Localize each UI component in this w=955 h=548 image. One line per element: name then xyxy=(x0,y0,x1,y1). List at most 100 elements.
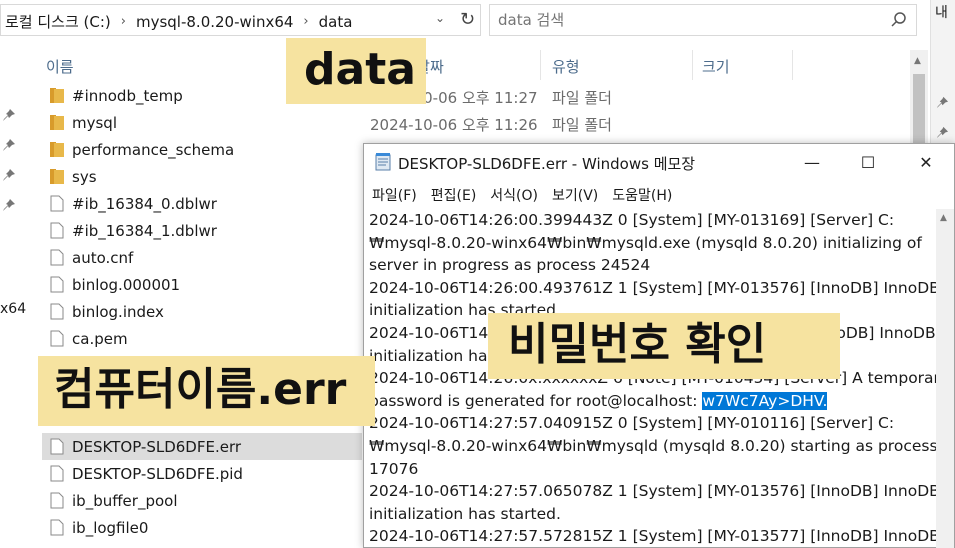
file-name: binlog.000001 xyxy=(72,276,181,294)
file-name: ca.pem xyxy=(72,330,128,348)
chevron-right-icon[interactable]: › xyxy=(297,14,314,29)
vertical-scrollbar[interactable]: ▲ xyxy=(936,209,954,548)
file-icon xyxy=(50,195,64,212)
file-type: 파일 폴더 xyxy=(552,89,612,107)
log-line: ₩mysql-8.0.20-winx64₩bin₩mysqld.exe (mys… xyxy=(369,233,922,252)
column-divider[interactable] xyxy=(692,50,693,80)
file-icon xyxy=(50,303,64,320)
annotation-password: 비밀번호 확인 xyxy=(488,313,840,379)
file-name: performance_schema xyxy=(72,141,235,159)
breadcrumb-data[interactable]: data xyxy=(315,13,357,31)
menu-edit[interactable]: 편집(E) xyxy=(425,185,483,205)
log-line: server in progress as process 24524 xyxy=(369,256,651,275)
folder-icon xyxy=(50,115,64,130)
search-icon[interactable] xyxy=(890,11,908,29)
pin-icon[interactable] xyxy=(936,96,949,109)
pin-icon[interactable] xyxy=(2,168,16,182)
navigation-pane: x64 xyxy=(0,46,26,548)
file-row[interactable]: sys xyxy=(42,163,362,190)
pin-icon[interactable] xyxy=(2,108,16,122)
file-row[interactable]: binlog.index xyxy=(42,298,362,325)
notepad-icon xyxy=(375,153,391,171)
file-icon xyxy=(50,222,64,239)
file-row-selected[interactable]: DESKTOP-SLD6DFE.err xyxy=(42,433,362,460)
selected-password[interactable]: w7Wc7Ay>DHV. xyxy=(702,391,828,410)
file-row[interactable]: ca.pem xyxy=(42,325,362,352)
log-text: password is generated for root@localhost… xyxy=(369,391,703,410)
breadcrumb-drive[interactable]: 로컬 디스크 (C:) xyxy=(1,11,115,32)
refresh-icon[interactable]: ↻ xyxy=(455,4,481,36)
file-icon xyxy=(50,465,64,482)
file-row[interactable]: ib_buffer_pool xyxy=(42,487,362,514)
close-button[interactable]: ✕ xyxy=(898,144,954,181)
log-line-password: password is generated for root@localhost… xyxy=(369,390,931,413)
log-line: 2024-10-06T14:27:57.572815Z 1 [System] [… xyxy=(369,527,936,546)
breadcrumb: 로컬 디스크 (C:) › mysql-8.0.20-winx64 › data xyxy=(1,11,356,32)
file-icon xyxy=(50,492,64,509)
file-row[interactable]: DESKTOP-SLD6DFE.pid xyxy=(42,460,362,487)
scroll-up-icon[interactable]: ▲ xyxy=(914,56,921,66)
file-row[interactable]: binlog.000001 xyxy=(42,271,362,298)
file-row[interactable]: #ib_16384_1.dblwr xyxy=(42,217,362,244)
menu-view[interactable]: 보기(V) xyxy=(546,185,604,205)
file-icon xyxy=(50,249,64,266)
annotation-folder: data xyxy=(286,38,426,104)
file-name: binlog.index xyxy=(72,303,164,321)
file-name: mysql xyxy=(72,114,117,132)
search-box[interactable] xyxy=(489,4,917,36)
file-icon xyxy=(50,438,64,455)
log-line: 17076 xyxy=(369,459,419,478)
file-name: #ib_16384_0.dblwr xyxy=(72,195,217,213)
window-title: DESKTOP-SLD6DFE.err - Windows 메모장 xyxy=(398,155,696,173)
pin-icon[interactable] xyxy=(2,138,16,152)
title-bar[interactable]: DESKTOP-SLD6DFE.err - Windows 메모장 — ☐ ✕ xyxy=(364,144,954,181)
file-name: auto.cnf xyxy=(72,249,134,267)
column-header: 이름 수정한 날짜 유형 크기 xyxy=(40,50,910,80)
search-input[interactable] xyxy=(498,11,878,29)
column-name[interactable]: 이름 xyxy=(46,56,74,77)
maximize-button[interactable]: ☐ xyxy=(840,144,896,181)
file-name: #ib_16384_1.dblwr xyxy=(72,222,217,240)
file-row[interactable]: auto.cnf xyxy=(42,244,362,271)
log-line: ₩mysql-8.0.20-winx64₩bin₩mysqld (mysqld … xyxy=(369,436,936,455)
file-icon xyxy=(50,519,64,536)
nav-item-label[interactable]: x64 xyxy=(0,301,26,317)
file-date: 2024-10-06 오후 11:26 xyxy=(370,116,538,134)
annotation-file: 컴퓨터이름.err xyxy=(38,356,375,426)
file-row[interactable]: mysql xyxy=(42,109,362,136)
file-name: ib_logfile0 xyxy=(72,519,149,537)
pin-icon[interactable] xyxy=(936,126,949,139)
minimize-button[interactable]: — xyxy=(784,144,840,181)
file-name: #innodb_temp xyxy=(72,87,183,105)
log-line: 2024-10-06T14:27:57.065078Z 1 [System] [… xyxy=(369,482,936,501)
file-type: 파일 폴더 xyxy=(552,116,612,134)
file-name: DESKTOP-SLD6DFE.err xyxy=(72,438,242,456)
menu-format[interactable]: 서식(O) xyxy=(484,185,544,205)
menu-file[interactable]: 파일(F) xyxy=(366,185,423,205)
file-name: sys xyxy=(72,168,97,186)
background-window-label: 내 xyxy=(935,5,948,21)
file-row[interactable]: #ib_16384_0.dblwr xyxy=(42,190,362,217)
column-size[interactable]: 크기 xyxy=(702,56,730,77)
chevron-down-icon[interactable]: ⌄ xyxy=(435,11,445,25)
column-divider[interactable] xyxy=(540,50,541,80)
scroll-up-icon[interactable]: ▲ xyxy=(940,213,947,223)
chevron-right-icon[interactable]: › xyxy=(115,14,132,29)
folder-icon xyxy=(50,142,64,157)
file-row[interactable]: performance_schema xyxy=(42,136,362,163)
column-divider[interactable] xyxy=(792,50,793,80)
file-icon xyxy=(50,330,64,347)
file-row[interactable]: ib_logfile0 xyxy=(42,514,362,541)
folder-icon xyxy=(50,88,64,103)
pin-icon[interactable] xyxy=(2,198,16,212)
log-line: 2024-10-06T14:27:57.040915Z 0 [System] [… xyxy=(369,414,895,433)
address-bar[interactable]: 로컬 디스크 (C:) › mysql-8.0.20-winx64 › data… xyxy=(0,4,456,36)
menu-help[interactable]: 도움말(H) xyxy=(606,185,678,205)
breadcrumb-mysql[interactable]: mysql-8.0.20-winx64 xyxy=(132,13,297,31)
file-name: DESKTOP-SLD6DFE.pid xyxy=(72,465,243,483)
folder-icon xyxy=(50,169,64,184)
log-line: 2024-10-06T14:26:00.399443Z 0 [System] [… xyxy=(369,211,895,229)
file-name: ib_buffer_pool xyxy=(72,492,178,510)
log-line: initialization has started. xyxy=(369,504,561,523)
column-type[interactable]: 유형 xyxy=(552,56,580,77)
